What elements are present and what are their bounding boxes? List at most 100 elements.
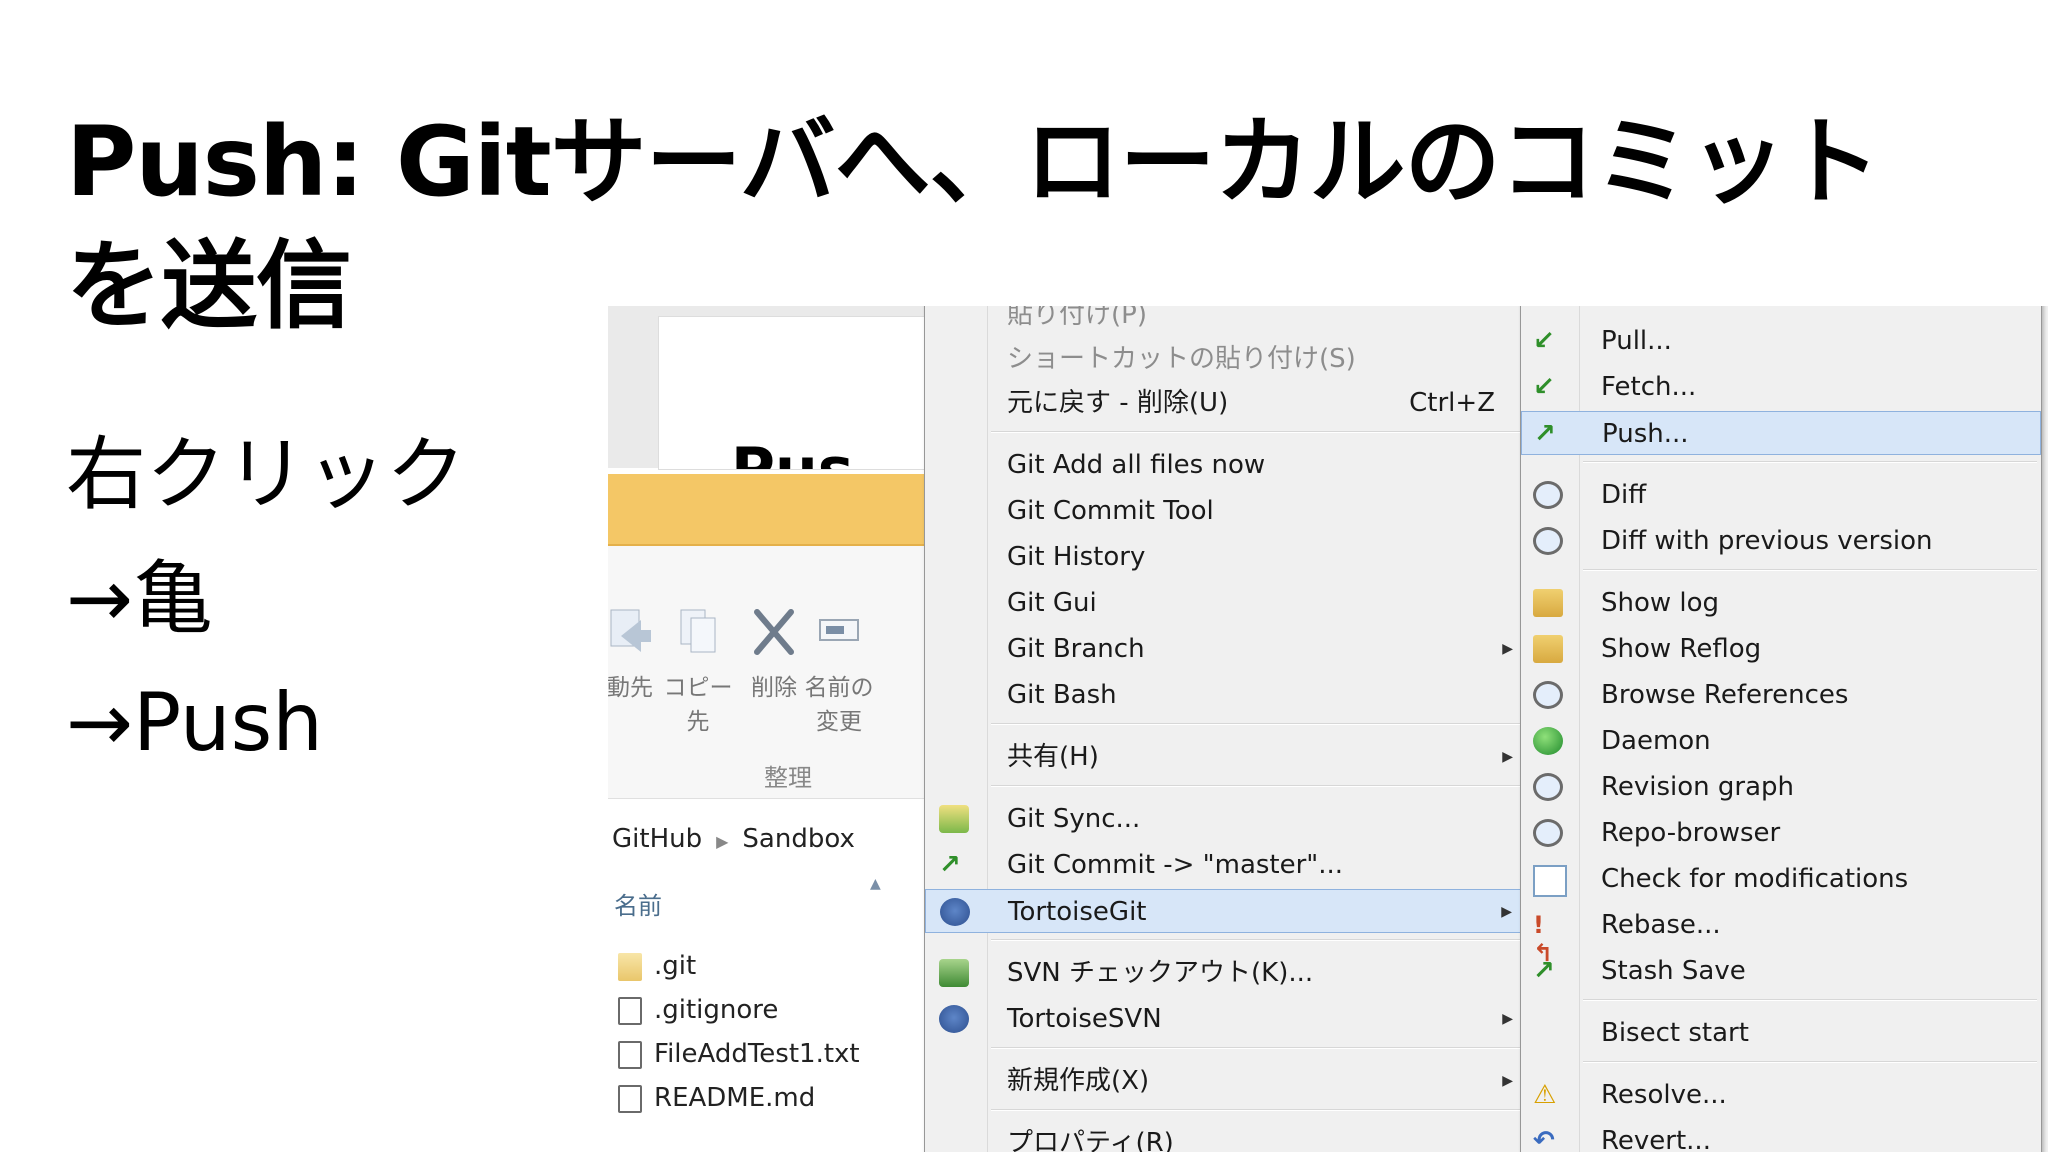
menu-item-share[interactable]: 共有(H) ▶ (925, 735, 1529, 779)
menu-item-label: Show Reflog (1601, 634, 1762, 664)
context-menu: 貼り付け(P) ショートカットの貼り付け(S) 元に戻す - 削除(U) Ctrl… (924, 306, 1530, 1152)
resolve-icon: ⚠ (1533, 1080, 1557, 1110)
menu-item-revert[interactable]: ↶ Revert... (1521, 1119, 2041, 1152)
menu-item-label: 新規作成(X) (1007, 1066, 1150, 1096)
menu-item-daemon[interactable]: Daemon (1521, 719, 2041, 763)
menu-item-undo-delete[interactable]: 元に戻す - 削除(U) Ctrl+Z (925, 381, 1529, 425)
file-item[interactable]: .gitignore (618, 992, 778, 1028)
breadcrumb-github[interactable]: GitHub (612, 824, 702, 854)
menu-item-git-add-all[interactable]: Git Add all files now (925, 443, 1529, 487)
menu-item-repo-browser[interactable]: Repo-browser (1521, 811, 2041, 855)
shortcut-label: Ctrl+Z (1409, 388, 1495, 418)
file-icon (618, 996, 642, 1025)
copy-to-button[interactable]: コピー先 (658, 606, 738, 736)
menu-item-label: プロパティ(R) (1007, 1128, 1174, 1152)
menu-item-label: TortoiseSVN (1007, 1004, 1162, 1034)
menu-item-revision-graph[interactable]: Revision graph (1521, 765, 2041, 809)
submenu-arrow-icon: ▶ (1502, 641, 1513, 657)
menu-item-label: Git Commit -> "master"... (1007, 850, 1344, 880)
chevron-right-icon[interactable]: ▶ (716, 832, 728, 851)
preview-document: Pus (658, 316, 928, 470)
browse-references-icon (1533, 681, 1563, 709)
menu-item-label: Git Commit Tool (1007, 496, 1214, 526)
menu-item-git-history[interactable]: Git History (925, 535, 1529, 579)
menu-item-git-sync[interactable]: Git Sync... (925, 797, 1529, 841)
copy-to-label: コピー先 (663, 675, 733, 735)
show-log-icon (1533, 589, 1563, 617)
menu-separator (1583, 1061, 2037, 1063)
delete-button[interactable]: 削除 (734, 606, 814, 702)
menu-item-label: SVN チェックアウト(K)... (1007, 958, 1314, 988)
slide-bullets: 右クリック →亀 →Push (66, 420, 466, 792)
menu-item-svn-checkout[interactable]: SVN チェックアウト(K)... (925, 951, 1529, 995)
menu-item-git-commit-tool[interactable]: Git Commit Tool (925, 489, 1529, 533)
preview-text: Pus (731, 435, 854, 470)
menu-item-label: Rebase... (1601, 910, 1721, 940)
rename-button[interactable]: 名前の変更 (804, 606, 874, 736)
menu-item-resolve[interactable]: ⚠ Resolve... (1521, 1073, 2041, 1117)
git-commit-icon: ↗ (939, 850, 961, 880)
menu-item-pull[interactable]: ↙ Pull... (1521, 319, 2041, 363)
menu-item-check-modifications[interactable]: Check for modifications (1521, 857, 2041, 901)
menu-item-git-branch[interactable]: Git Branch ▶ (925, 627, 1529, 671)
menu-item-diff[interactable]: Diff (1521, 473, 2041, 517)
menu-item-tortoisesvn[interactable]: TortoiseSVN ▶ (925, 997, 1529, 1041)
menu-item-paste[interactable]: 貼り付け(P) (925, 306, 1529, 337)
menu-item-new[interactable]: 新規作成(X) ▶ (925, 1059, 1529, 1103)
fetch-icon: ↙ (1533, 372, 1555, 402)
move-to-label: 動先 (608, 675, 653, 701)
file-item[interactable]: .git (618, 948, 696, 984)
bullet-turtle: →亀 (66, 552, 214, 645)
show-reflog-icon (1533, 635, 1563, 663)
menu-separator (991, 785, 1525, 787)
menu-item-label: Repo-browser (1601, 818, 1781, 848)
menu-item-label: 貼り付け(P) (1007, 306, 1147, 330)
menu-item-label: Git Gui (1007, 588, 1097, 618)
rename-icon (819, 619, 859, 641)
delete-icon (754, 609, 794, 655)
menu-separator (991, 1047, 1525, 1049)
sort-ascending-icon: ▲ (870, 876, 881, 892)
pull-icon: ↙ (1533, 326, 1555, 356)
menu-item-show-log[interactable]: Show log (1521, 581, 2041, 625)
menu-item-label: Diff (1601, 480, 1647, 510)
menu-separator (1583, 461, 2037, 463)
menu-item-label: Diff with previous version (1601, 526, 1933, 556)
submenu-arrow-icon: ▶ (1502, 1073, 1513, 1089)
menu-item-stash-save[interactable]: ↗ Stash Save (1521, 949, 2041, 993)
tortoisesvn-icon (939, 1005, 969, 1033)
folder-icon (618, 952, 642, 981)
menu-item-push[interactable]: ↗ Push... (1521, 411, 2041, 455)
bullet-right-click: 右クリック (66, 428, 466, 521)
menu-separator (991, 1109, 1525, 1111)
submenu-arrow-icon: ▶ (1501, 904, 1512, 920)
menu-item-git-commit-master[interactable]: ↗ Git Commit -> "master"... (925, 843, 1529, 887)
column-header-name[interactable]: 名前 (614, 886, 662, 921)
file-name: .git (654, 951, 697, 981)
menu-item-label: Git Branch (1007, 634, 1145, 664)
menu-item-diff-previous[interactable]: Diff with previous version (1521, 519, 2041, 563)
rename-label: 名前の変更 (804, 675, 874, 735)
menu-item-git-gui[interactable]: Git Gui (925, 581, 1529, 625)
menu-item-label: Git Add all files now (1007, 450, 1266, 480)
file-name: .gitignore (654, 995, 779, 1025)
menu-item-label: ショートカットの貼り付け(S) (1007, 344, 1356, 374)
menu-separator (991, 939, 1525, 941)
menu-item-tortoisegit[interactable]: TortoiseGit ▶ (925, 889, 1529, 933)
menu-item-fetch[interactable]: ↙ Fetch... (1521, 365, 2041, 409)
submenu-arrow-icon: ▶ (1502, 749, 1513, 765)
menu-item-label: Git History (1007, 542, 1146, 572)
menu-item-browse-references[interactable]: Browse References (1521, 673, 2041, 717)
menu-item-properties[interactable]: プロパティ(R) (925, 1121, 1529, 1152)
stash-save-icon: ↗ (1533, 956, 1555, 986)
menu-item-paste-shortcut[interactable]: ショートカットの貼り付け(S) (925, 337, 1529, 381)
menu-item-git-bash[interactable]: Git Bash (925, 673, 1529, 717)
svn-checkout-icon (939, 959, 969, 987)
screenshot: Pus 動先 コピー先 削除 名前の変更 整理 GitHub ▶ Sandbox ▲… (608, 306, 2048, 1152)
menu-item-show-reflog[interactable]: Show Reflog (1521, 627, 2041, 671)
file-item[interactable]: README.md (618, 1080, 815, 1116)
file-item[interactable]: FileAddTest1.txt (618, 1036, 860, 1072)
menu-item-bisect-start[interactable]: Bisect start (1521, 1011, 2041, 1055)
breadcrumb-sandbox[interactable]: Sandbox (742, 824, 854, 854)
menu-item-rebase[interactable]: !↰ Rebase... (1521, 903, 2041, 967)
